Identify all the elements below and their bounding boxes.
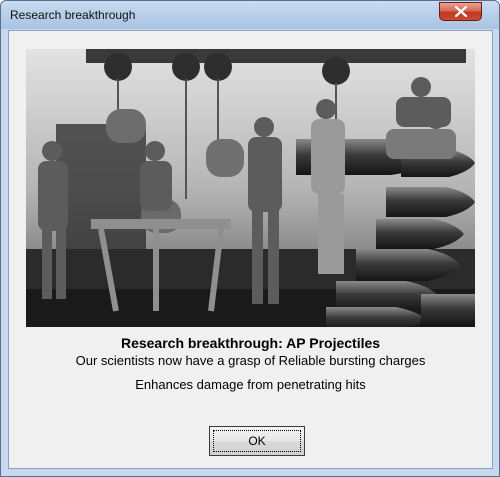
dialog-window: Research breakthrough Research breakthro…: [0, 0, 500, 477]
close-button[interactable]: [439, 2, 482, 21]
dialog-effect: Enhances damage from penetrating hits: [135, 377, 366, 392]
ok-button[interactable]: OK: [209, 426, 305, 456]
title-bar[interactable]: Research breakthrough: [1, 1, 499, 29]
dialog-body: Research breakthrough: AP Projectiles Ou…: [8, 30, 493, 469]
ok-button-label: OK: [248, 434, 266, 448]
dialog-heading: Research breakthrough: AP Projectiles: [120, 335, 381, 351]
research-photo: [26, 49, 475, 327]
close-icon: [455, 6, 467, 17]
dialog-subline: Our scientists now have a grasp of Relia…: [75, 353, 426, 368]
window-title: Research breakthrough: [10, 8, 136, 22]
